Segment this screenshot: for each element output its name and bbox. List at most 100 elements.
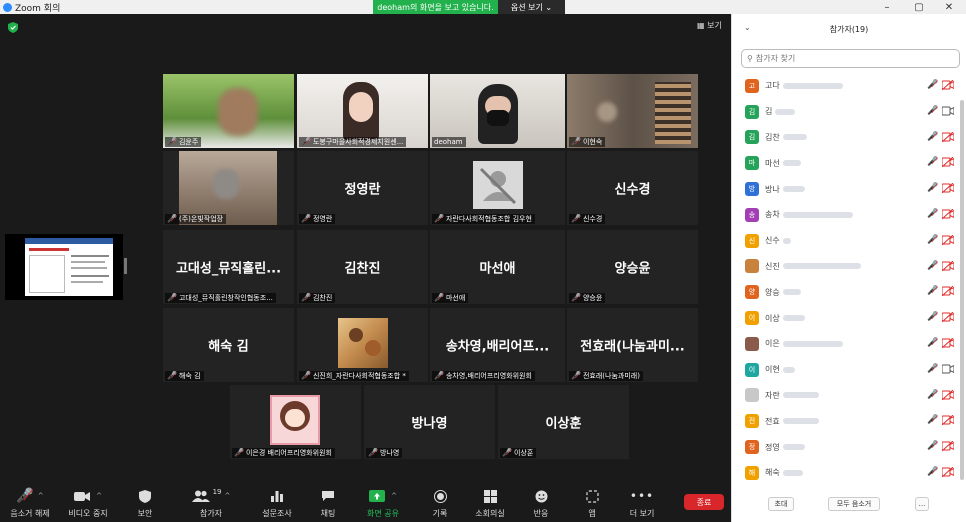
participant-row[interactable]: 이 이상 🎤̸ bbox=[732, 305, 966, 331]
mic-muted-icon[interactable]: 🎤̸ bbox=[927, 364, 938, 374]
mic-muted-icon[interactable]: 🎤̸ bbox=[927, 132, 938, 142]
mic-muted-icon[interactable]: 🎤̸ bbox=[927, 157, 938, 167]
video-off-icon[interactable] bbox=[941, 466, 955, 480]
mic-muted-icon[interactable]: 🎤̸ bbox=[927, 80, 938, 90]
participants-button[interactable]: 19 ^ 참가자 bbox=[183, 488, 239, 519]
panel-more-button[interactable]: ... bbox=[915, 497, 929, 511]
participant-row[interactable]: 해 해숙 🎤̸ bbox=[732, 460, 966, 486]
mic-muted-icon[interactable]: 🎤̸ bbox=[927, 209, 938, 219]
splitter-handle[interactable] bbox=[124, 258, 127, 274]
minimize-button[interactable]: – bbox=[872, 0, 902, 14]
video-tile[interactable]: 방나영 🎤̸ 방나영 bbox=[364, 385, 495, 459]
video-off-icon[interactable] bbox=[941, 389, 955, 403]
video-off-icon[interactable] bbox=[941, 260, 955, 274]
apps-icon bbox=[564, 488, 620, 504]
video-tile[interactable]: 🎤̸ 이현숙 bbox=[567, 74, 698, 148]
participant-row[interactable]: 전 전효 🎤̸ bbox=[732, 408, 966, 434]
video-off-icon[interactable] bbox=[941, 311, 955, 325]
mute-all-button[interactable]: 모두 음소거 bbox=[828, 497, 880, 511]
video-off-icon[interactable] bbox=[941, 286, 955, 299]
video-off-icon[interactable] bbox=[941, 234, 955, 248]
video-off-icon[interactable] bbox=[941, 208, 955, 222]
video-tile[interactable]: 🎤̸ 자란다사회적협동조합 김우현 bbox=[430, 151, 565, 225]
close-button[interactable]: ✕ bbox=[934, 0, 964, 14]
breakout-rooms-button[interactable]: 소회의실 bbox=[462, 488, 518, 519]
active-speaker-tile[interactable]: deoham bbox=[430, 74, 565, 148]
participant-row[interactable]: 이은 🎤̸ bbox=[732, 331, 966, 357]
view-options-button[interactable]: 옵션 보기 ⌄ bbox=[498, 0, 565, 14]
video-tile[interactable]: 🎤̸ 도봉구마을사회적경제지원센... bbox=[297, 74, 428, 148]
participant-row[interactable]: 고 고다 🎤̸ bbox=[732, 73, 966, 99]
unmute-button[interactable]: 🎤̸ ^ 음소거 해제 bbox=[2, 488, 58, 519]
video-on-icon[interactable] bbox=[941, 106, 955, 119]
video-off-icon[interactable] bbox=[941, 182, 955, 196]
participant-row[interactable]: 자란 🎤̸ bbox=[732, 383, 966, 409]
polls-button[interactable]: 설문조사 bbox=[249, 488, 305, 519]
share-screen-button[interactable]: ^ 화면 공유 bbox=[355, 488, 411, 519]
video-off-icon[interactable] bbox=[941, 131, 955, 145]
participant-row[interactable]: 정 정영 🎤̸ bbox=[732, 434, 966, 460]
participant-row[interactable]: 김 김찬 🎤̸ bbox=[732, 125, 966, 151]
video-tile[interactable]: 양승윤 🎤̸ 양승윤 bbox=[567, 230, 698, 304]
maximize-button[interactable]: ▢ bbox=[904, 0, 934, 14]
mic-muted-icon[interactable]: 🎤̸ bbox=[927, 286, 938, 296]
participant-row[interactable]: 김 김 🎤̸ bbox=[732, 99, 966, 125]
end-meeting-button[interactable]: 종료 bbox=[684, 494, 724, 510]
chat-button[interactable]: 채팅 bbox=[300, 488, 356, 519]
video-tile[interactable]: 마선애 🎤̸ 마선애 bbox=[430, 230, 565, 304]
participant-list-scrollbar[interactable] bbox=[960, 100, 964, 480]
video-tile[interactable]: 이상훈 🎤̸ 이상훈 bbox=[498, 385, 629, 459]
more-button[interactable]: ••• 더 보기 bbox=[614, 488, 670, 519]
video-tile[interactable]: 정영란 🎤̸ 정영란 bbox=[297, 151, 428, 225]
video-on-icon[interactable] bbox=[941, 364, 955, 377]
participant-row[interactable]: 이 이현 🎤̸ bbox=[732, 357, 966, 383]
mic-muted-icon[interactable]: 🎤̸ bbox=[927, 467, 938, 477]
video-tile[interactable]: 김찬진 🎤̸ 김찬진 bbox=[297, 230, 428, 304]
blurred-name-redaction bbox=[782, 469, 803, 476]
invite-button[interactable]: 초대 bbox=[768, 497, 794, 511]
video-off-icon[interactable] bbox=[941, 157, 955, 170]
video-tile[interactable]: 🎤̸ 이은경 배리어프리영화위원회 bbox=[230, 385, 361, 459]
blurred-name-redaction bbox=[782, 418, 819, 425]
chat-label: 채팅 bbox=[320, 509, 336, 518]
mic-muted-icon[interactable]: 🎤̸ bbox=[927, 312, 938, 322]
mic-muted-icon[interactable]: 🎤̸ bbox=[927, 183, 938, 193]
video-tile[interactable]: 🎤̸ 김윤주 bbox=[163, 74, 294, 148]
mic-muted-icon[interactable]: 🎤̸ bbox=[927, 235, 938, 245]
video-tile[interactable]: 송차영,배리어프... 🎤̸ 송차영,배리어프리영화위원회 bbox=[430, 308, 565, 382]
video-off-icon[interactable] bbox=[941, 337, 955, 351]
view-button[interactable]: ▦ 보기 bbox=[697, 20, 722, 31]
mic-muted-icon: 🎤̸ bbox=[301, 293, 311, 302]
encryption-shield-icon[interactable] bbox=[8, 22, 18, 33]
participant-row[interactable]: 마 마선 🎤̸ bbox=[732, 150, 966, 176]
mic-muted-icon[interactable]: 🎤̸ bbox=[927, 415, 938, 425]
mic-muted-icon[interactable]: 🎤̸ bbox=[927, 338, 938, 348]
video-off-icon[interactable] bbox=[941, 79, 955, 93]
mic-muted-icon[interactable]: 🎤̸ bbox=[927, 390, 938, 400]
mic-muted-icon[interactable]: 🎤̸ bbox=[927, 261, 938, 271]
participant-row[interactable]: 양 양승 🎤̸ bbox=[732, 279, 966, 305]
participant-row[interactable]: 송 송차 🎤̸ bbox=[732, 202, 966, 228]
collapse-chevron-icon[interactable]: ⌄ bbox=[744, 23, 751, 32]
participant-row[interactable]: 신 신수 🎤̸ bbox=[732, 228, 966, 254]
mic-muted-icon[interactable]: 🎤̸ bbox=[927, 441, 938, 451]
apps-button[interactable]: 앱 bbox=[564, 488, 620, 519]
video-tile[interactable]: 🎤̸ (주)온빛작업장 bbox=[163, 151, 294, 225]
video-tile[interactable]: 전효래(나눔과미... 🎤̸ 전효래(나눔과미래) bbox=[567, 308, 698, 382]
video-tile[interactable]: 해숙 김 🎤̸ 해숙 김 bbox=[163, 308, 294, 382]
stop-video-button[interactable]: ^ 비디오 중지 bbox=[60, 488, 116, 519]
video-off-icon[interactable] bbox=[941, 414, 955, 428]
record-button[interactable]: 기록 bbox=[412, 488, 468, 519]
mic-muted-icon: 🎤̸ bbox=[571, 214, 581, 223]
shared-screen-thumbnail[interactable] bbox=[5, 234, 123, 300]
security-button[interactable]: 보안 bbox=[117, 488, 173, 519]
mic-muted-icon[interactable]: 🎤̸ bbox=[927, 106, 938, 116]
video-tile[interactable]: 신수경 🎤̸ 신수경 bbox=[567, 151, 698, 225]
video-tile[interactable]: 고대성_뮤직홀린... 🎤̸ 고대성_뮤직홀린창작인협동조... bbox=[163, 230, 294, 304]
video-off-icon[interactable] bbox=[941, 440, 955, 454]
participant-row[interactable]: 방 방나 🎤̸ bbox=[732, 176, 966, 202]
participant-search-input[interactable]: ⚲ 참가자 찾기 bbox=[741, 49, 960, 68]
participant-row[interactable]: 신진 🎤̸ bbox=[732, 254, 966, 280]
video-tile[interactable]: 🎤̸ 신진희_자란다사회적협동조합 * bbox=[297, 308, 428, 382]
reactions-button[interactable]: 반응 bbox=[513, 488, 569, 519]
